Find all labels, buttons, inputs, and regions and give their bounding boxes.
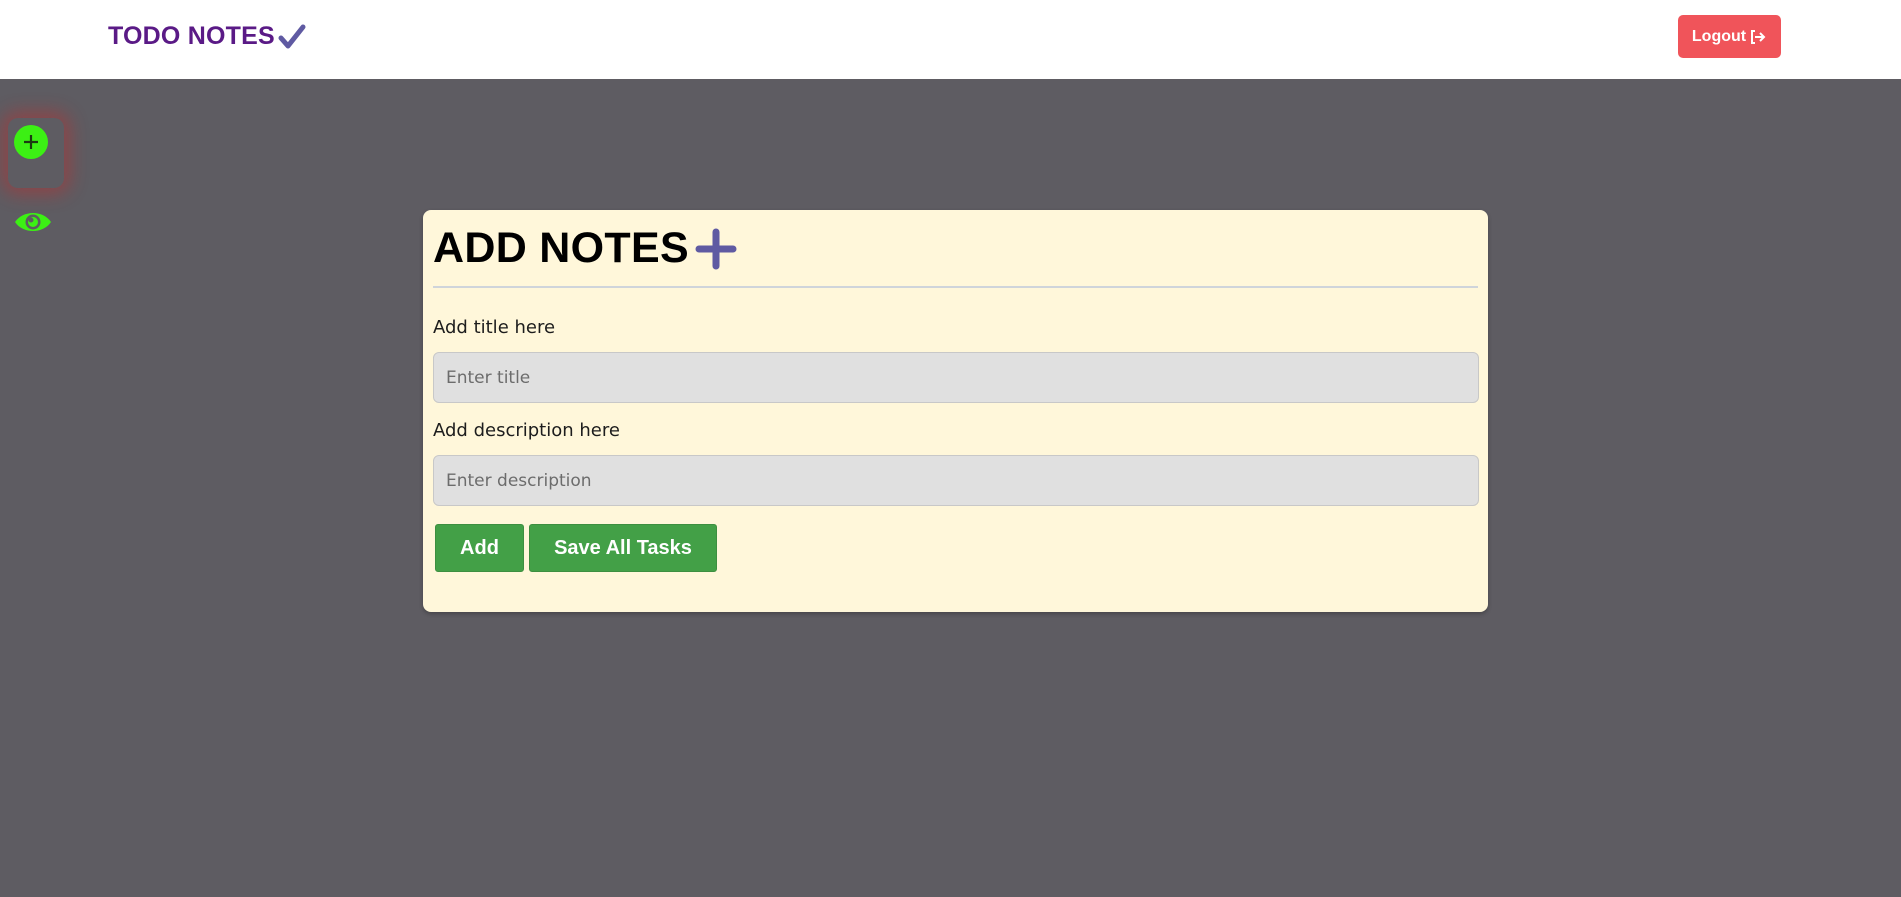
- logout-button[interactable]: Logout: [1678, 15, 1781, 58]
- description-label: Add description here: [433, 420, 620, 441]
- card-title: ADD NOTES: [433, 224, 737, 273]
- sidebar-item-add[interactable]: [14, 125, 48, 159]
- title-label: Add title here: [433, 317, 556, 338]
- sign-out-icon: [1751, 29, 1766, 44]
- brand[interactable]: TODO NOTES: [108, 22, 306, 51]
- logout-label: Logout: [1691, 27, 1747, 45]
- add-button[interactable]: Add: [435, 524, 524, 572]
- plus-icon: [695, 228, 737, 269]
- navbar: TODO NOTES Logout: [0, 0, 1901, 79]
- description-input[interactable]: [433, 455, 1479, 506]
- add-notes-card: ADD NOTES Add title here Add description…: [423, 210, 1488, 612]
- brand-title: TODO NOTES: [108, 22, 275, 50]
- check-icon: [278, 24, 306, 48]
- divider: [433, 286, 1478, 288]
- save-all-tasks-button[interactable]: Save All Tasks: [529, 524, 717, 572]
- eye-icon: [15, 213, 51, 231]
- title-input[interactable]: [433, 352, 1479, 403]
- sidebar-item-view[interactable]: [13, 205, 53, 239]
- card-title-text: ADD NOTES: [433, 224, 689, 272]
- plus-circle-icon: [24, 135, 38, 149]
